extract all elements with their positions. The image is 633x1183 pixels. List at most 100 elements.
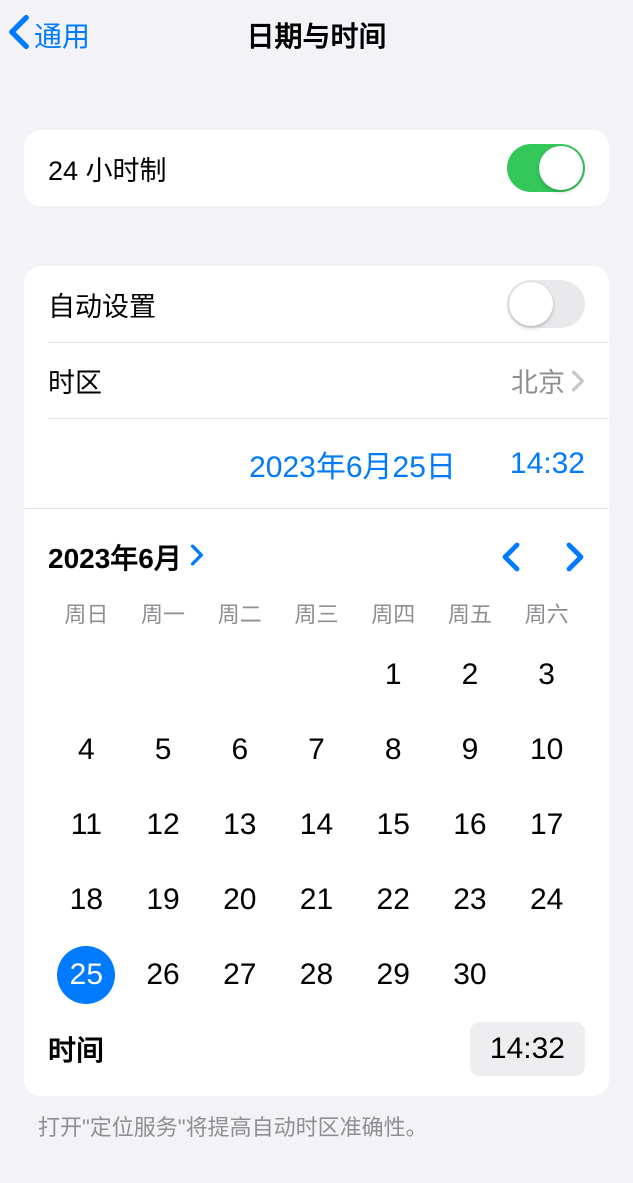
page-title: 日期与时间 [0, 15, 633, 55]
weekday-label: 周四 [355, 597, 432, 629]
date-picker-button[interactable]: 2023年6月25日 [249, 442, 456, 486]
calendar-day-empty [278, 637, 355, 712]
weekday-label: 周一 [125, 597, 202, 629]
calendar-day-number: 14 [287, 796, 345, 854]
calendar-day-number: 10 [518, 721, 576, 779]
calendar-day-number: 20 [211, 871, 269, 929]
calendar-day[interactable]: 13 [201, 787, 278, 862]
chevron-left-icon [501, 542, 521, 572]
calendar-day[interactable]: 10 [508, 712, 585, 787]
calendar-day-number: 9 [441, 721, 499, 779]
group-datetime: 自动设置 时区 北京 2023年6月25日 14:32 2023年6月 [24, 266, 609, 1096]
calendar-day[interactable]: 4 [48, 712, 125, 787]
calendar-day-number: 3 [518, 646, 576, 704]
calendar-weekdays: 周日周一周二周三周四周五周六 [48, 597, 585, 629]
label-timezone: 时区 [48, 361, 511, 400]
calendar-prev-button[interactable] [501, 542, 521, 572]
calendar-day-number: 27 [211, 946, 269, 1004]
group-24hour: 24 小时制 [24, 130, 609, 206]
weekday-label: 周三 [278, 597, 355, 629]
calendar-day-number: 29 [364, 946, 422, 1004]
calendar-day[interactable]: 22 [355, 862, 432, 937]
footer-note: 打开"定位服务"将提高自动时区准确性。 [38, 1110, 595, 1142]
weekday-label: 周五 [432, 597, 509, 629]
chevron-left-icon [8, 14, 30, 57]
calendar-day-number: 2 [441, 646, 499, 704]
calendar-day[interactable]: 28 [278, 937, 355, 1012]
calendar-day[interactable]: 14 [278, 787, 355, 862]
calendar-day[interactable]: 25 [48, 937, 125, 1012]
calendar-day-number: 16 [441, 796, 499, 854]
back-label: 通用 [34, 15, 90, 55]
calendar-day-number: 15 [364, 796, 422, 854]
calendar-day-number: 23 [441, 871, 499, 929]
calendar-day-number: 13 [211, 796, 269, 854]
calendar-day[interactable]: 27 [201, 937, 278, 1012]
calendar-day-number: 5 [134, 721, 192, 779]
calendar-day-number: 26 [134, 946, 192, 1004]
calendar-day[interactable]: 5 [125, 712, 202, 787]
calendar-day-number: 22 [364, 871, 422, 929]
calendar-day[interactable]: 30 [432, 937, 509, 1012]
calendar-day[interactable]: 29 [355, 937, 432, 1012]
row-time: 时间 14:32 [48, 1012, 585, 1076]
calendar-day[interactable]: 19 [125, 862, 202, 937]
row-24hour: 24 小时制 [24, 130, 609, 206]
calendar-day[interactable]: 18 [48, 862, 125, 937]
calendar-day-number: 24 [518, 871, 576, 929]
weekday-label: 周日 [48, 597, 125, 629]
calendar-days: 1234567891011121314151617181920212223242… [48, 637, 585, 1012]
calendar-month-button[interactable]: 2023年6月 [48, 537, 204, 577]
calendar-day[interactable]: 24 [508, 862, 585, 937]
time-value-button[interactable]: 14:32 [470, 1022, 585, 1076]
switch-24hour[interactable] [507, 144, 585, 192]
calendar-day-number: 6 [211, 721, 269, 779]
calendar-day[interactable]: 23 [432, 862, 509, 937]
calendar-day-empty [125, 637, 202, 712]
value-timezone: 北京 [511, 361, 565, 400]
row-autoset: 自动设置 [24, 266, 609, 342]
weekday-label: 周六 [508, 597, 585, 629]
calendar-day-number: 18 [57, 871, 115, 929]
label-autoset: 自动设置 [48, 285, 507, 324]
chevron-right-icon [571, 370, 585, 392]
switch-knob [509, 282, 553, 326]
calendar-day-number: 21 [287, 871, 345, 929]
switch-autoset[interactable] [507, 280, 585, 328]
calendar-day[interactable]: 16 [432, 787, 509, 862]
calendar-day-number: 30 [441, 946, 499, 1004]
calendar-day-number: 11 [57, 796, 115, 854]
calendar-day[interactable]: 26 [125, 937, 202, 1012]
calendar-day-number: 8 [364, 721, 422, 779]
chevron-right-icon [190, 541, 204, 573]
calendar-day[interactable]: 2 [432, 637, 509, 712]
calendar-day[interactable]: 12 [125, 787, 202, 862]
calendar-day[interactable]: 9 [432, 712, 509, 787]
calendar-day[interactable]: 3 [508, 637, 585, 712]
calendar-day[interactable]: 11 [48, 787, 125, 862]
calendar-day-number: 28 [287, 946, 345, 1004]
chevron-right-icon [565, 542, 585, 572]
row-datetime-summary: 2023年6月25日 14:32 [48, 418, 609, 508]
calendar-day-number: 17 [518, 796, 576, 854]
calendar-day-number: 25 [57, 946, 115, 1004]
time-picker-button[interactable]: 14:32 [510, 447, 585, 481]
calendar-day[interactable]: 8 [355, 712, 432, 787]
calendar-day-number: 19 [134, 871, 192, 929]
calendar-day[interactable]: 6 [201, 712, 278, 787]
calendar-day[interactable]: 7 [278, 712, 355, 787]
calendar-day[interactable]: 15 [355, 787, 432, 862]
switch-knob [539, 146, 583, 190]
calendar-day[interactable]: 20 [201, 862, 278, 937]
calendar-day[interactable]: 21 [278, 862, 355, 937]
calendar-month-label: 2023年6月 [48, 537, 182, 577]
calendar-next-button[interactable] [565, 542, 585, 572]
calendar-day[interactable]: 17 [508, 787, 585, 862]
calendar: 2023年6月 周日周一周二周三周四周五周六 1234567 [24, 508, 609, 1096]
row-timezone[interactable]: 时区 北京 [48, 342, 609, 418]
label-time: 时间 [48, 1029, 104, 1069]
back-button[interactable]: 通用 [8, 14, 90, 57]
calendar-day-number: 12 [134, 796, 192, 854]
calendar-day[interactable]: 1 [355, 637, 432, 712]
calendar-day-empty [201, 637, 278, 712]
